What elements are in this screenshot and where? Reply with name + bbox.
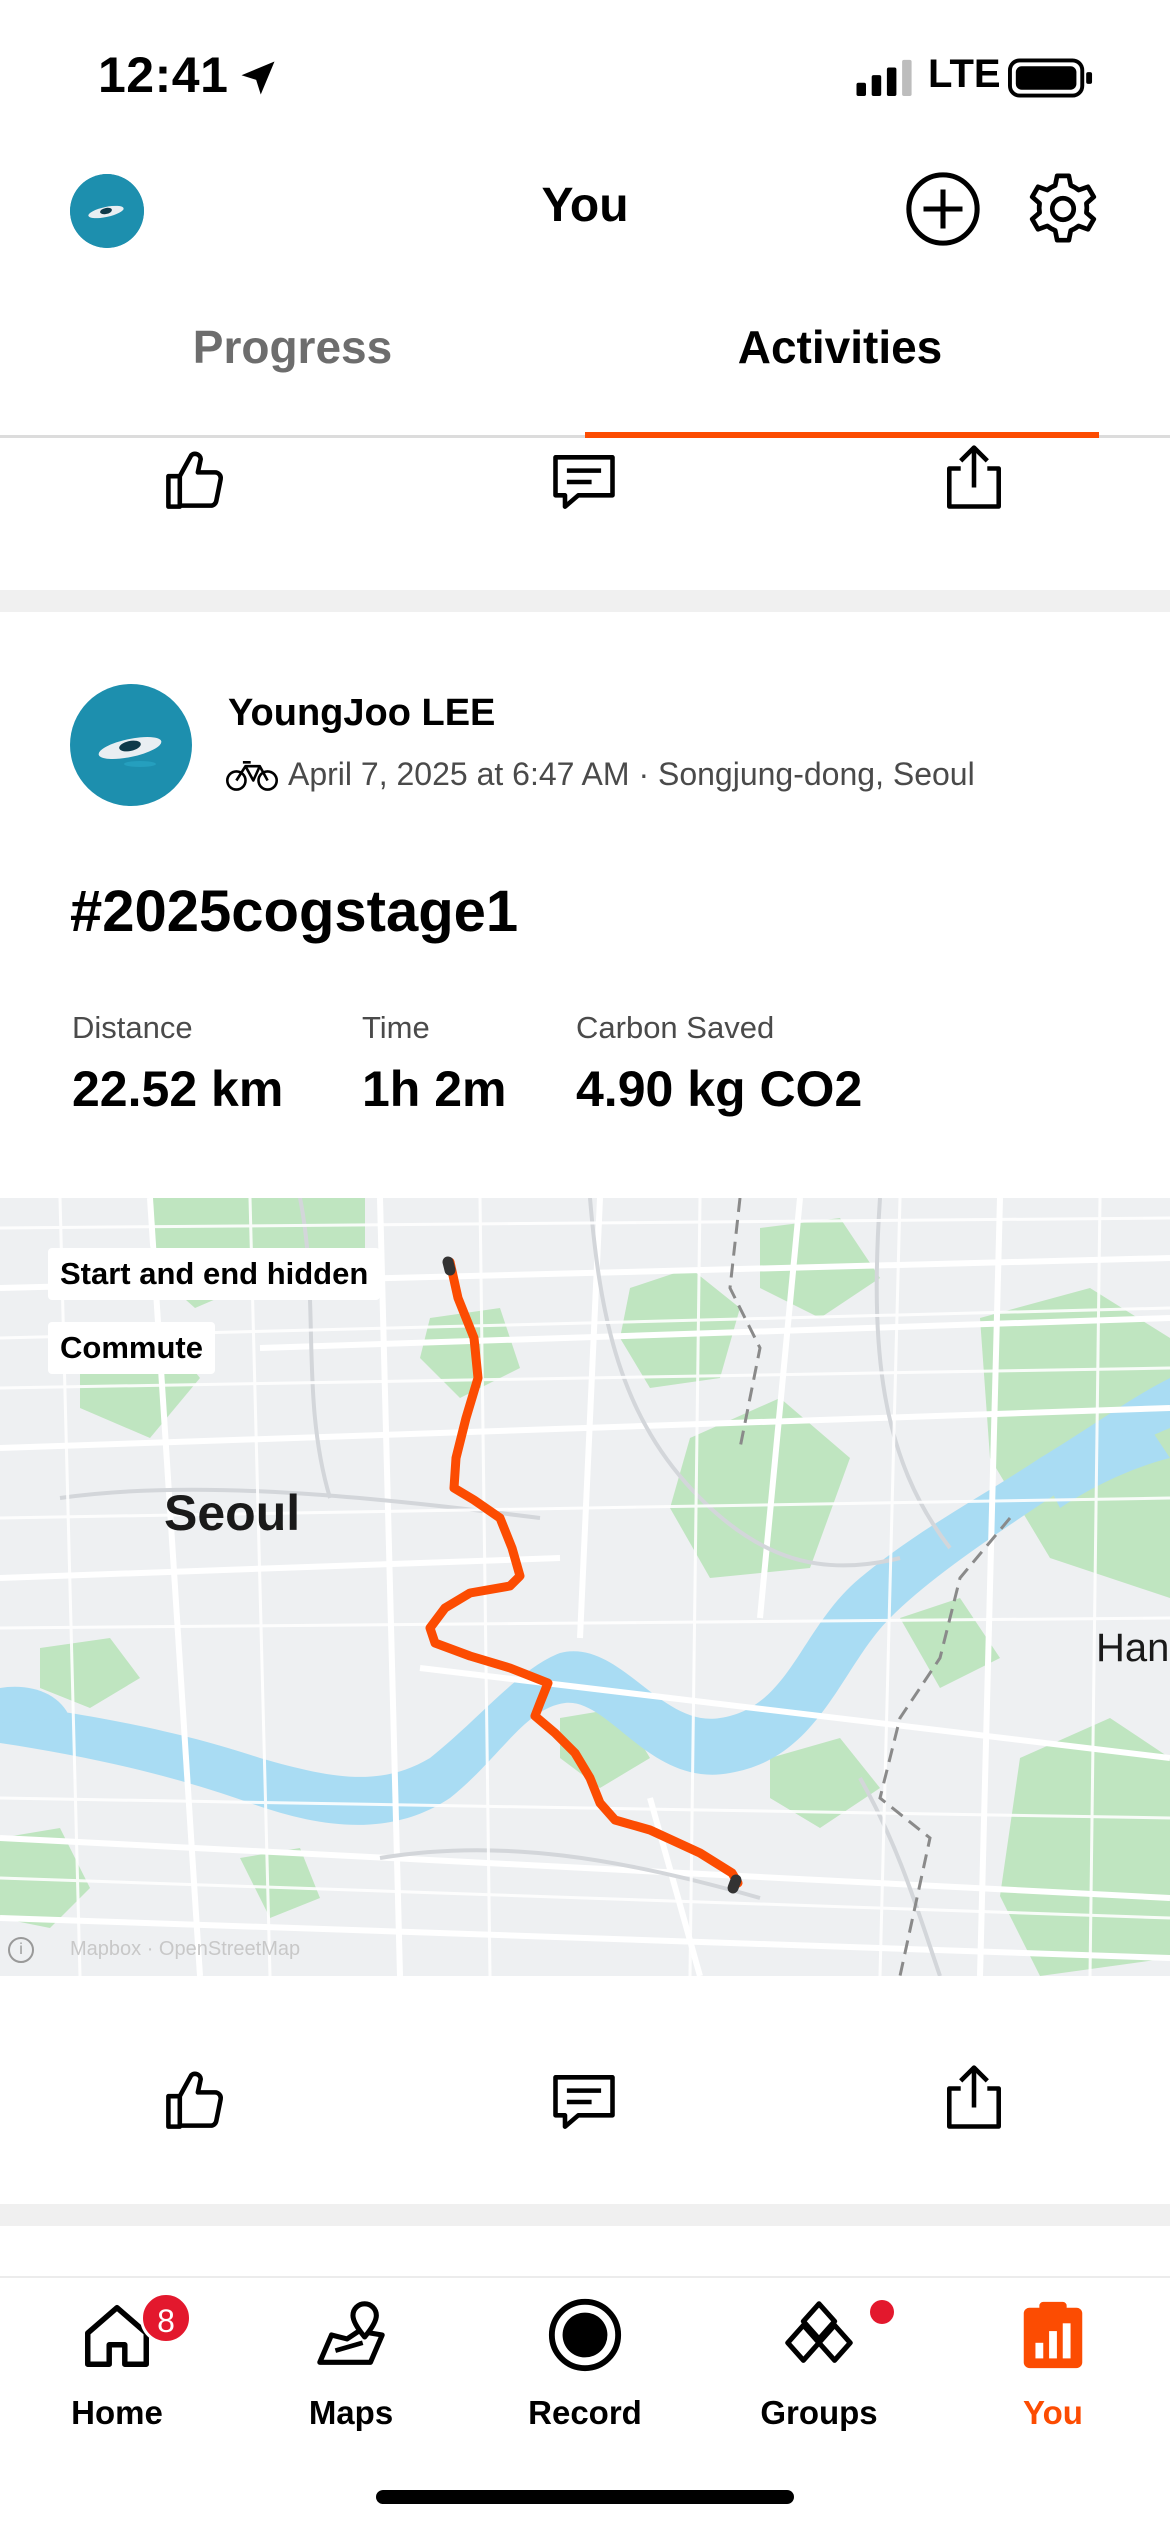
- maps-icon: [317, 2301, 385, 2365]
- activity-meta: April 7, 2025 at 6:47 AM · Songjung-dong…: [288, 756, 975, 792]
- groups-dot-indicator: [870, 2300, 894, 2324]
- feed-divider: [0, 2204, 1170, 2226]
- notification-badge: 8: [140, 2292, 192, 2344]
- bike-icon: [226, 761, 278, 791]
- stat-carbon: Carbon Saved 4.90 kg CO2: [576, 1010, 862, 1118]
- stat-label: Distance: [72, 1010, 193, 1045]
- stat-value: 1h 2m: [362, 1061, 507, 1117]
- stat-time: Time 1h 2m: [362, 1010, 507, 1118]
- share-icon[interactable]: [936, 2060, 1012, 2136]
- comment-icon[interactable]: [546, 444, 622, 520]
- stat-value: 4.90 kg CO2: [576, 1061, 863, 1117]
- activity-actions: [0, 2056, 1170, 2156]
- record-icon: [548, 2298, 622, 2372]
- nav-label: Home: [71, 2394, 163, 2431]
- nav-home[interactable]: 8 Home: [0, 2278, 234, 2478]
- nav-you[interactable]: You: [936, 2278, 1170, 2478]
- signal-icon: [856, 59, 912, 96]
- stat-distance: Distance 22.52 km: [72, 1010, 283, 1118]
- stat-label: Time: [362, 1010, 430, 1045]
- nav-record[interactable]: Record: [468, 2278, 702, 2478]
- tab-activities[interactable]: Activities: [540, 320, 1140, 374]
- map-city-label: Seoul: [164, 1485, 301, 1541]
- map-badge-hidden: Start and end hidden: [48, 1248, 381, 1300]
- feed-divider: [0, 590, 1170, 612]
- stat-label: Carbon Saved: [576, 1010, 775, 1045]
- athlete-name[interactable]: YoungJoo LEE: [228, 692, 495, 735]
- home-indicator: [376, 2490, 794, 2504]
- share-icon[interactable]: [936, 440, 1012, 516]
- groups-icon: [785, 2301, 853, 2363]
- status-bar: 12:41 LTE: [0, 0, 1170, 150]
- nav-label: Groups: [760, 2394, 878, 2431]
- network-label: LTE: [928, 52, 1001, 96]
- battery-icon: [1008, 58, 1093, 98]
- location-arrow-icon: [241, 61, 275, 95]
- map-edge-label: Han: [1096, 1626, 1170, 1670]
- page-title: You: [541, 179, 629, 232]
- nav-groups[interactable]: Groups: [702, 2278, 936, 2478]
- status-time: 12:41: [98, 47, 229, 103]
- kudos-icon[interactable]: [157, 442, 233, 518]
- kudos-icon[interactable]: [157, 2062, 233, 2138]
- activity-map[interactable]: Start and end hidden Commute Seoul Han i…: [0, 1198, 1170, 1976]
- nav-label: Maps: [308, 2394, 394, 2431]
- activity-title[interactable]: #2025cogstage1: [70, 878, 518, 945]
- you-icon: [1023, 2301, 1083, 2369]
- map-graphic: [0, 1198, 1170, 1976]
- athlete-avatar[interactable]: [70, 684, 192, 806]
- map-credit: Mapbox · OpenStreetMap: [70, 1938, 301, 1960]
- tab-progress[interactable]: Progress: [0, 320, 585, 374]
- nav-maps[interactable]: Maps: [234, 2278, 468, 2478]
- nav-label: Record: [528, 2394, 642, 2431]
- previous-activity-actions: [0, 440, 1170, 540]
- map-info-icon[interactable]: i: [8, 1937, 34, 1963]
- gear-icon[interactable]: [1024, 170, 1102, 248]
- stat-value: 22.52 km: [72, 1061, 284, 1117]
- nav-label: You: [1023, 2394, 1083, 2431]
- tab-active-indicator: [585, 432, 1099, 438]
- comment-icon[interactable]: [546, 2064, 622, 2140]
- add-icon[interactable]: [904, 170, 982, 248]
- tab-bar: Progress Activities: [0, 290, 1170, 438]
- map-badge-commute: Commute: [48, 1322, 215, 1374]
